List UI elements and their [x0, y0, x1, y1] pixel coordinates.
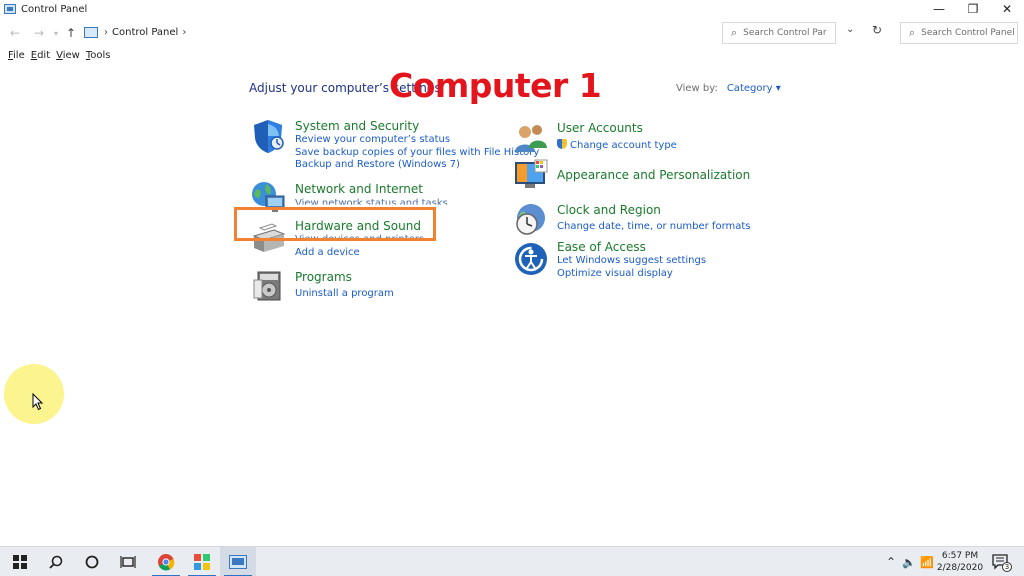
user-accounts-title[interactable]: User Accounts	[557, 121, 643, 135]
chevron-down-icon[interactable]: ⌄	[846, 24, 854, 35]
backup-restore-link[interactable]: Backup and Restore (Windows 7)	[295, 159, 460, 170]
chrome-icon	[158, 554, 175, 571]
search-input[interactable]: ⌕ Search Control Panel	[900, 22, 1018, 44]
menu-edit[interactable]: Edit	[31, 50, 50, 64]
menu-tools[interactable]: Tools	[86, 50, 111, 64]
control-panel-icon	[4, 4, 16, 14]
taskbar-search-button[interactable]	[38, 547, 74, 576]
control-panel-icon	[229, 555, 247, 569]
programs-icon	[253, 271, 281, 301]
search-icon: ⌕	[909, 26, 916, 39]
breadcrumb-control-panel[interactable]: Control Panel	[112, 27, 178, 38]
speaker-icon[interactable]: 🔈	[900, 556, 918, 569]
ease-of-access-icon	[515, 243, 547, 275]
close-button[interactable]: ✕	[990, 0, 1024, 18]
change-account-type-link[interactable]: Change account type	[557, 139, 677, 151]
cortana-button[interactable]	[74, 547, 110, 576]
task-view-icon	[120, 556, 136, 568]
uac-shield-icon	[557, 139, 567, 149]
control-panel-small-icon	[84, 26, 98, 38]
back-arrow-icon[interactable]: ←	[10, 26, 20, 40]
appearance-title[interactable]: Appearance and Personalization	[557, 168, 750, 182]
add-device-link[interactable]: Add a device	[295, 247, 360, 258]
view-by: View by: Category ▾	[676, 83, 781, 94]
address-bar[interactable]: › Control Panel ›	[80, 21, 720, 43]
file-history-link[interactable]: Save backup copies of your files with Fi…	[295, 147, 539, 158]
shield-icon	[254, 120, 284, 153]
clock[interactable]: 6:57 PM 2/28/2020	[936, 550, 984, 574]
appearance-icon	[515, 159, 548, 188]
search-icon	[49, 555, 63, 569]
menu-file[interactable]: File	[8, 50, 25, 64]
user-accounts-icon	[515, 125, 547, 152]
network-internet-title[interactable]: Network and Internet	[295, 182, 423, 196]
maximize-button[interactable]: ❐	[956, 0, 990, 18]
app-taskbar-button[interactable]	[184, 547, 220, 576]
chevron-up-icon[interactable]: ⌃	[882, 555, 900, 569]
programs-title[interactable]: Programs	[295, 270, 352, 284]
notifications-button[interactable]: 3	[986, 547, 1016, 576]
recent-dropdown-icon[interactable]: ▾	[54, 29, 58, 38]
ease-of-access-title[interactable]: Ease of Access	[557, 240, 646, 254]
minimize-button[interactable]: —	[922, 0, 956, 18]
date-time-formats-link[interactable]: Change date, time, or number formats	[557, 221, 751, 232]
network-icon[interactable]: 📶	[918, 556, 936, 569]
refresh-icon[interactable]: ↻	[872, 23, 882, 37]
windows-suggest-link[interactable]: Let Windows suggest settings	[557, 255, 706, 266]
forward-arrow-icon[interactable]: →	[34, 26, 44, 40]
taskbar: ⌃ 🔈 📶 6:57 PM 2/28/2020 3	[0, 546, 1024, 576]
window-title: Control Panel	[21, 3, 88, 15]
windows-logo-icon	[13, 555, 27, 569]
view-by-label: View by:	[676, 83, 718, 94]
review-status-link[interactable]: Review your computer’s status	[295, 134, 450, 145]
search-placeholder: Search Control Panel	[921, 28, 1015, 38]
navigation-bar: ← → ▾ ↑ › Control Panel › ⌕ Search Contr…	[0, 20, 1024, 46]
cortana-icon	[85, 555, 99, 569]
chrome-taskbar-button[interactable]	[148, 547, 184, 576]
clock-date: 2/28/2020	[936, 563, 984, 573]
notification-count-badge: 3	[1002, 562, 1012, 572]
colorful-app-icon	[194, 554, 210, 570]
uninstall-program-link[interactable]: Uninstall a program	[295, 288, 394, 299]
address-search-placeholder: Search Control Par	[743, 28, 827, 38]
system-tray: ⌃ 🔈 📶	[882, 547, 936, 576]
menu-view[interactable]: View	[56, 50, 80, 64]
search-icon: ⌕	[731, 26, 738, 39]
highlight-box	[234, 207, 436, 241]
chevron-right-icon[interactable]: ›	[104, 27, 108, 38]
overlay-label: Computer 1	[389, 66, 602, 105]
menu-bar: File Edit View Tools	[0, 50, 117, 64]
clock-globe-icon	[516, 204, 545, 235]
task-view-button[interactable]	[110, 547, 146, 576]
control-panel-taskbar-button[interactable]	[220, 547, 256, 576]
chevron-right-icon[interactable]: ›	[182, 27, 186, 38]
view-by-dropdown[interactable]: Category ▾	[727, 83, 781, 94]
start-button[interactable]	[2, 547, 38, 576]
address-search-input[interactable]: ⌕ Search Control Par	[722, 22, 836, 44]
clock-time: 6:57 PM	[941, 551, 979, 561]
title-bar: Control Panel — ❐ ✕	[0, 0, 1024, 18]
system-security-title[interactable]: System and Security	[295, 119, 419, 133]
up-arrow-icon[interactable]: ↑	[66, 26, 76, 40]
mouse-cursor-icon	[32, 393, 44, 411]
optimize-display-link[interactable]: Optimize visual display	[557, 268, 673, 279]
clock-region-title[interactable]: Clock and Region	[557, 203, 661, 217]
